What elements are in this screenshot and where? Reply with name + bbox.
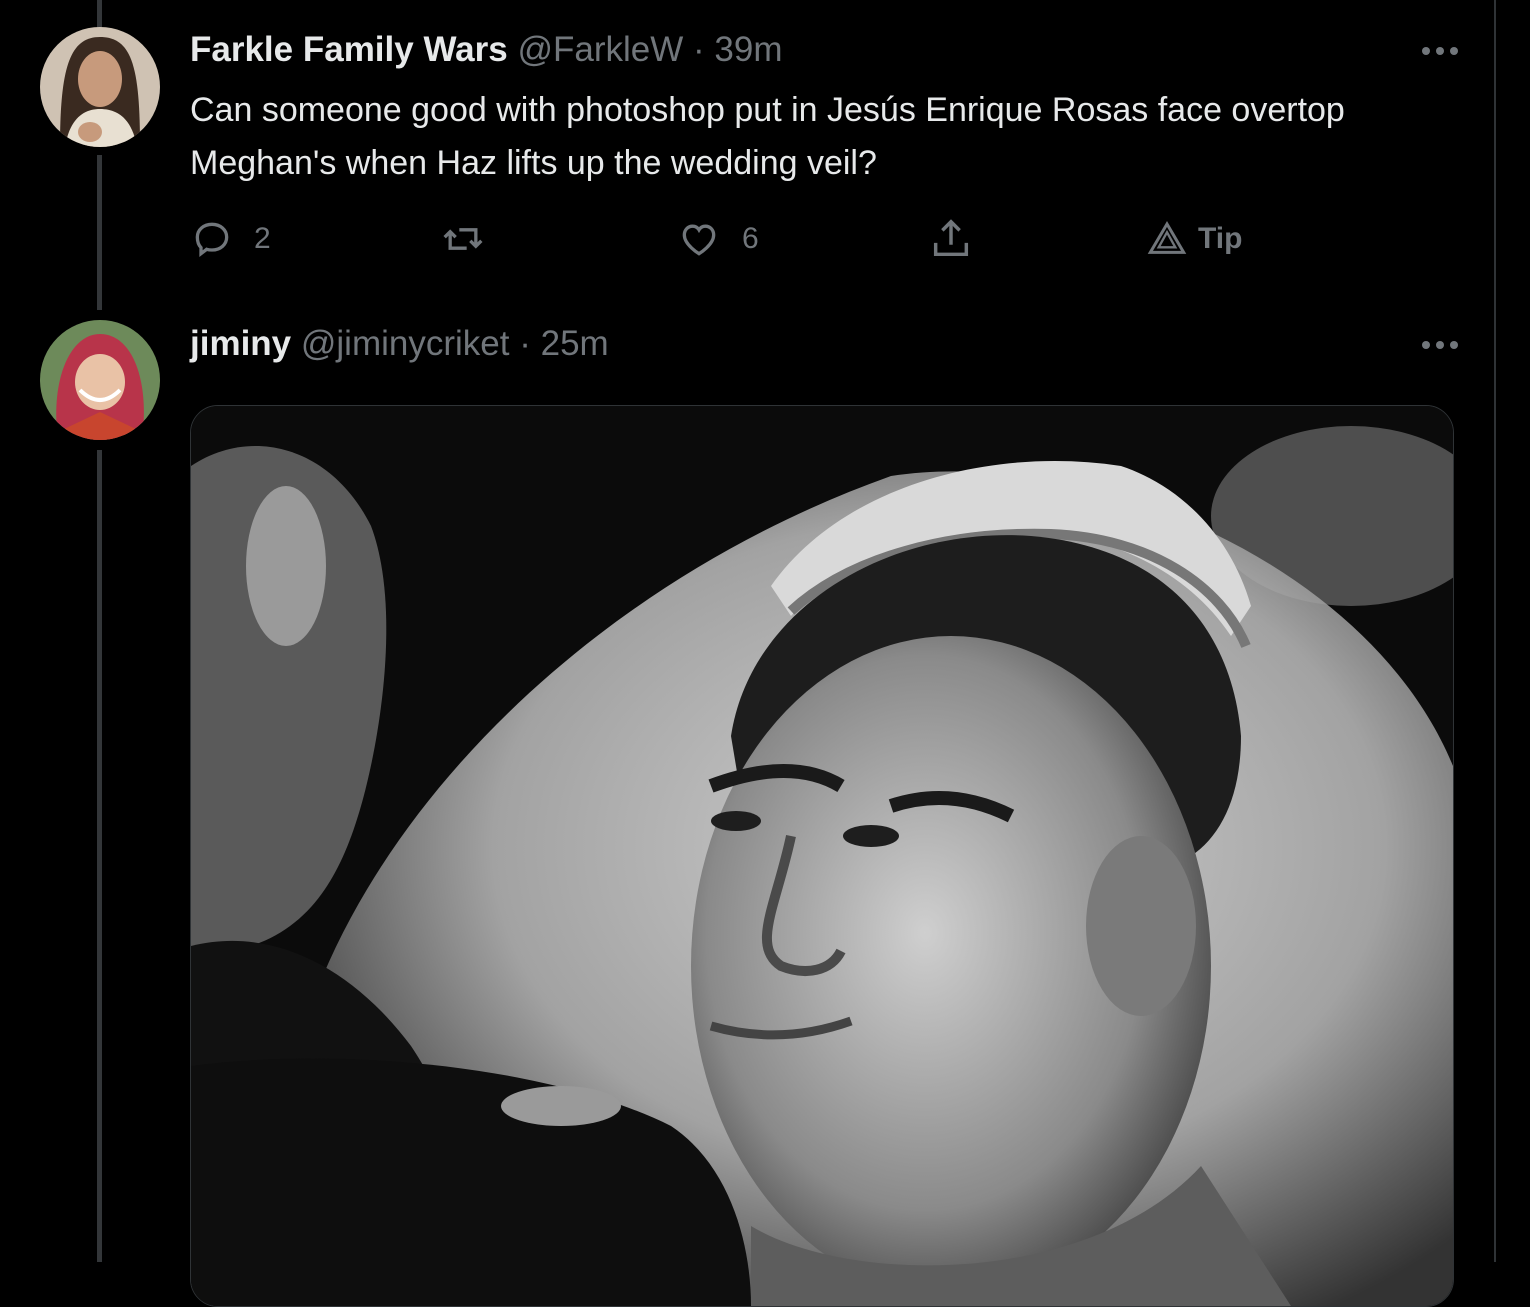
display-name[interactable]: Farkle Family Wars bbox=[190, 30, 508, 69]
tweet-text: Can someone good with photoshop put in J… bbox=[190, 91, 1345, 182]
separator: · bbox=[519, 324, 531, 363]
avatar[interactable] bbox=[40, 27, 160, 147]
avatar[interactable] bbox=[40, 320, 160, 440]
like-button[interactable]: 6 bbox=[676, 214, 759, 264]
thread-connector bbox=[97, 155, 102, 310]
timestamp[interactable]: 25m bbox=[541, 324, 609, 363]
tip-button[interactable]: Tip bbox=[1146, 214, 1242, 264]
handle[interactable]: @jiminycriket bbox=[301, 324, 510, 363]
tweet-header: Farkle Family Wars @FarkleW · 39m bbox=[190, 30, 783, 70]
reply-count: 2 bbox=[254, 222, 271, 255]
reply-icon bbox=[195, 222, 229, 258]
share-button[interactable] bbox=[928, 214, 974, 264]
tip-label: Tip bbox=[1198, 222, 1243, 255]
more-options-icon[interactable] bbox=[1410, 330, 1470, 360]
avatar-photo-icon bbox=[40, 27, 160, 147]
more-options-icon[interactable] bbox=[1410, 36, 1470, 66]
handle[interactable]: @FarkleW bbox=[517, 30, 683, 69]
like-count: 6 bbox=[742, 222, 759, 255]
share-icon bbox=[933, 219, 969, 257]
reply-button[interactable]: 2 bbox=[190, 214, 271, 264]
retweet-icon bbox=[443, 228, 483, 250]
heart-icon bbox=[682, 224, 716, 256]
column-border bbox=[1494, 0, 1496, 1262]
retweet-button[interactable] bbox=[440, 214, 506, 264]
photo-black-and-white-icon bbox=[191, 406, 1453, 1306]
thread-connector-top bbox=[97, 0, 102, 30]
timestamp[interactable]: 39m bbox=[714, 30, 782, 69]
tweet-media[interactable] bbox=[190, 405, 1454, 1307]
thread-connector-bottom bbox=[97, 450, 102, 1262]
tweet-header: jiminy @jiminycriket · 25m bbox=[190, 324, 609, 364]
avatar-photo-icon bbox=[40, 320, 160, 440]
tip-icon bbox=[1147, 221, 1187, 254]
display-name[interactable]: jiminy bbox=[190, 324, 291, 363]
separator: · bbox=[693, 30, 705, 69]
